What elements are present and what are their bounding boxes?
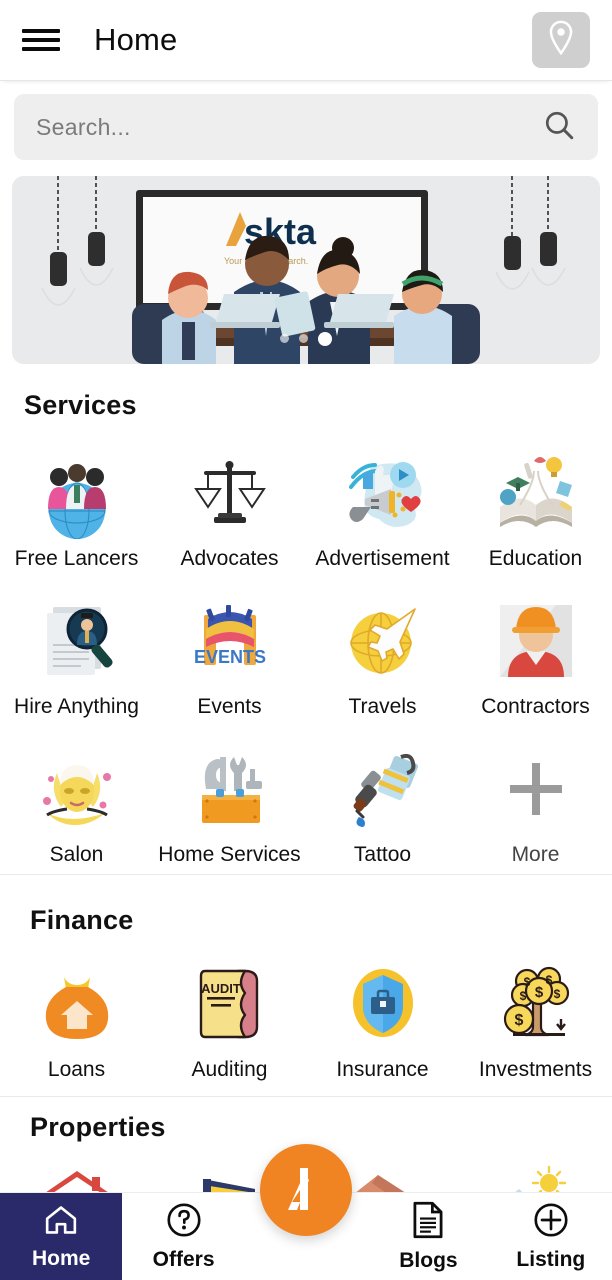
askta-fab-button[interactable] <box>260 1144 352 1236</box>
nav-label: Home <box>32 1246 91 1270</box>
carousel-dot-1[interactable] <box>280 334 289 343</box>
service-tile-advertisement[interactable]: Advertisement <box>306 445 459 571</box>
construction-worker-icon <box>488 593 584 689</box>
finance-section-title: Finance <box>30 905 134 935</box>
carousel-dot-2[interactable] <box>299 334 308 343</box>
carousel-dot-3[interactable] <box>318 332 332 346</box>
svg-text:$: $ <box>545 973 552 987</box>
service-label: Advertisement <box>315 547 450 570</box>
services-grid-row2: Hire Anything EVENTS Events Travels Cont… <box>0 593 612 719</box>
finance-label: Loans <box>47 1058 106 1081</box>
finance-tile-insurance[interactable]: Insurance <box>306 956 459 1082</box>
service-tile-tattoo[interactable]: Tattoo <box>306 741 459 867</box>
app-root: Home Search... skta Your Search. Service… <box>0 0 612 1280</box>
search-section: Search... <box>0 94 612 164</box>
service-tile-salon[interactable]: Salon <box>0 741 153 867</box>
page-title: Home <box>94 22 178 57</box>
nav-label: Listing <box>516 1247 586 1271</box>
svg-text:AUDIT: AUDIT <box>201 981 241 996</box>
service-label: Advocates <box>180 547 279 570</box>
location-button[interactable] <box>532 12 590 68</box>
finance-label: Investments <box>478 1058 593 1081</box>
nav-label: Offers <box>152 1247 215 1271</box>
service-tile-education[interactable]: Education <box>459 445 612 571</box>
service-label: Salon <box>49 843 104 866</box>
home-icon <box>43 1203 79 1242</box>
finance-section: Finance Loans AUDIT Auditing Insurance $… <box>0 905 612 1082</box>
nav-item-listing[interactable]: Listing <box>490 1193 612 1280</box>
events-banner-icon: EVENTS <box>182 593 278 689</box>
search-input[interactable]: Search... <box>14 94 598 160</box>
services-grid: Free Lancers Advocates Advertisement Edu… <box>0 445 612 571</box>
plus-circle-icon <box>533 1202 569 1243</box>
service-label: Tattoo <box>353 843 412 866</box>
megaphone-icon <box>335 445 431 541</box>
open-book-icon <box>488 445 584 541</box>
askta-logo-icon <box>278 1160 334 1221</box>
service-label: Free Lancers <box>14 547 139 570</box>
finance-label: Auditing <box>191 1058 268 1081</box>
plus-icon <box>488 741 584 837</box>
svg-text:$: $ <box>519 989 526 1003</box>
service-tile-travels[interactable]: Travels <box>306 593 459 719</box>
toolbox-icon <box>182 741 278 837</box>
facial-spa-icon <box>29 741 125 837</box>
service-tile-events[interactable]: EVENTS Events <box>153 593 306 719</box>
svg-text:$: $ <box>553 987 560 1001</box>
service-label: Education <box>488 547 583 570</box>
service-tile-contractors[interactable]: Contractors <box>459 593 612 719</box>
money-tree-icon: $ $ $ $ $ $ <box>488 956 584 1052</box>
services-grid-row3: Salon Home Services Tattoo More <box>0 741 612 867</box>
question-circle-icon <box>166 1202 202 1243</box>
audit-folder-icon: AUDIT <box>182 956 278 1052</box>
money-bag-house-icon <box>29 956 125 1052</box>
finance-grid: Loans AUDIT Auditing Insurance $ $ $ $ $… <box>0 956 612 1082</box>
service-label: Hire Anything <box>14 695 139 718</box>
document-icon <box>412 1201 444 1244</box>
app-header: Home <box>0 0 612 80</box>
freelancers-icon <box>29 445 125 541</box>
service-label: Events <box>197 695 262 718</box>
svg-text:$: $ <box>514 1012 523 1029</box>
finance-tile-auditing[interactable]: AUDIT Auditing <box>153 956 306 1082</box>
finance-label: Insurance <box>336 1058 429 1081</box>
service-tile-more[interactable]: More <box>459 741 612 867</box>
service-label: Contractors <box>481 695 590 718</box>
globe-airplane-icon <box>335 593 431 689</box>
carousel-dots[interactable] <box>12 332 600 346</box>
services-section-title: Services <box>24 390 137 420</box>
tattoo-machine-icon <box>335 741 431 837</box>
service-tile-hire-anything[interactable]: Hire Anything <box>0 593 153 719</box>
nav-item-blogs[interactable]: Blogs <box>367 1193 489 1280</box>
search-icon[interactable] <box>542 108 576 147</box>
services-section: Services Free Lancers Advocates Advertis… <box>0 390 612 867</box>
finance-tile-loans[interactable]: Loans <box>0 956 153 1082</box>
service-tile-free-lancers[interactable]: Free Lancers <box>0 445 153 571</box>
finance-tile-investments[interactable]: $ $ $ $ $ $ Investments <box>459 956 612 1082</box>
documents-magnifier-icon <box>29 593 125 689</box>
properties-section-title: Properties <box>30 1112 166 1142</box>
section-divider-1 <box>0 874 612 875</box>
service-label: More <box>511 843 560 866</box>
service-label: Travels <box>348 695 417 718</box>
nav-label: Blogs <box>399 1248 458 1272</box>
service-tile-home-services[interactable]: Home Services <box>153 741 306 867</box>
search-placeholder: Search... <box>36 113 131 140</box>
svg-text:$: $ <box>534 984 543 1001</box>
location-pin-icon <box>546 20 576 61</box>
shield-briefcase-icon <box>335 956 431 1052</box>
scales-of-justice-icon <box>182 445 278 541</box>
nav-item-offers[interactable]: Offers <box>122 1193 244 1280</box>
service-tile-advocates[interactable]: Advocates <box>153 445 306 571</box>
nav-item-home[interactable]: Home <box>0 1193 123 1280</box>
svg-text:EVENTS: EVENTS <box>193 647 265 667</box>
hero-banner[interactable]: skta Your Service Search. <box>12 176 600 364</box>
hamburger-menu-icon[interactable] <box>22 26 60 54</box>
section-divider-2 <box>0 1096 612 1097</box>
svg-text:$: $ <box>523 975 530 989</box>
service-label: Home Services <box>158 843 301 866</box>
